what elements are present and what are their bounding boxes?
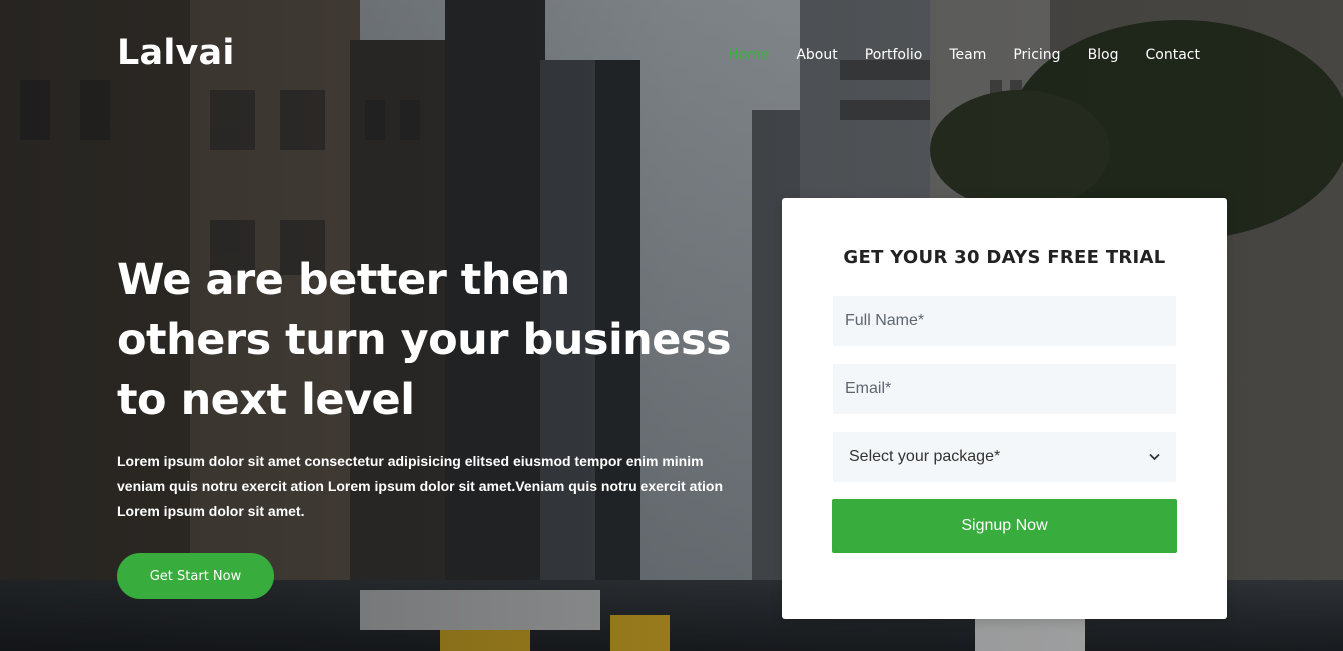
full-name-input[interactable] — [833, 296, 1176, 346]
nav-item-home[interactable]: Home — [728, 45, 769, 65]
signup-button[interactable]: Signup Now — [832, 499, 1177, 553]
trial-signup-card: GET YOUR 30 DAYS FREE TRIAL Select your … — [782, 198, 1227, 619]
headline-line-2: others turn your business — [117, 315, 732, 365]
hero-headline: We are better then others turn your busi… — [117, 250, 757, 430]
package-select[interactable]: Select your package* — [833, 432, 1176, 482]
nav-item-pricing[interactable]: Pricing — [1013, 45, 1060, 65]
email-input[interactable] — [833, 364, 1176, 414]
headline-line-1: We are better then — [117, 255, 570, 305]
package-select-value: Select your package* — [849, 448, 1001, 465]
get-start-button[interactable]: Get Start Now — [117, 553, 274, 599]
nav-item-blog[interactable]: Blog — [1088, 45, 1119, 65]
headline-line-3: to next level — [117, 375, 415, 425]
hero-section: Lalvai Home About Portfolio Team Pricing… — [0, 0, 1343, 651]
chevron-down-icon — [1149, 450, 1160, 464]
nav-item-team[interactable]: Team — [949, 45, 986, 65]
nav-item-contact[interactable]: Contact — [1146, 45, 1200, 65]
hero-description: Lorem ipsum dolor sit amet consectetur a… — [117, 453, 724, 519]
nav-item-portfolio[interactable]: Portfolio — [865, 45, 923, 65]
nav-item-about[interactable]: About — [796, 45, 837, 65]
trial-card-title: GET YOUR 30 DAYS FREE TRIAL — [843, 247, 1166, 268]
brand-logo[interactable]: Lalvai — [117, 33, 235, 73]
main-nav: Home About Portfolio Team Pricing Blog C… — [728, 45, 1227, 65]
